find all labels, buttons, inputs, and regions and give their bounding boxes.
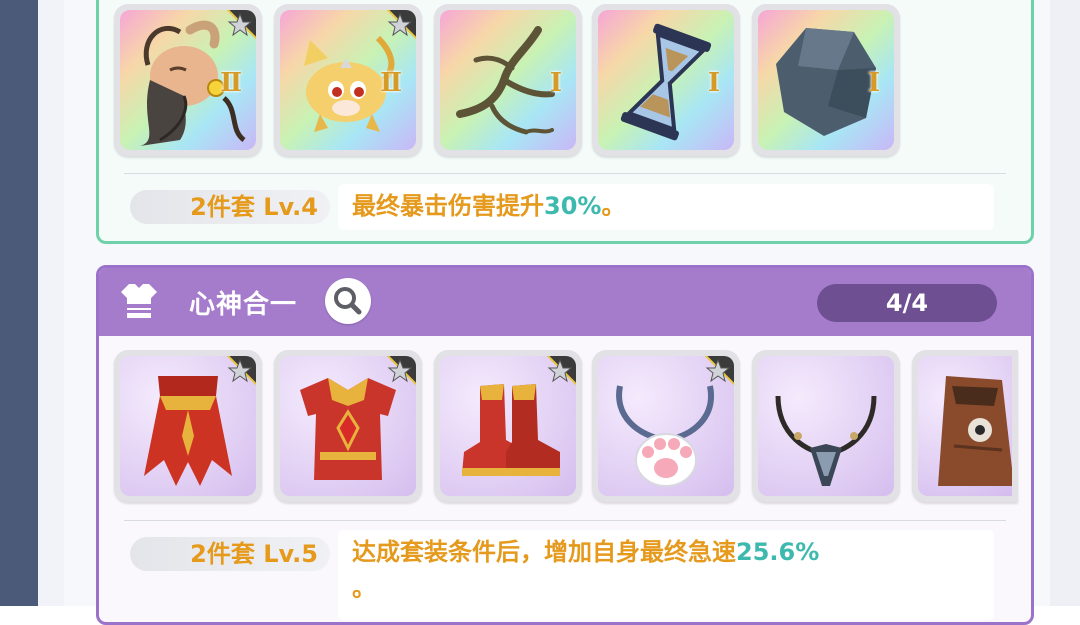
- set-detail-search-button[interactable]: [325, 278, 371, 324]
- tier-label: Ⅰ: [707, 68, 720, 98]
- set2-item-red-gold-boots[interactable]: [434, 350, 582, 502]
- star-badge-icon: [386, 10, 416, 40]
- divider: [124, 173, 1006, 174]
- search-icon: [334, 287, 362, 315]
- set1-level-badge: 2件套 Lv.4: [130, 190, 330, 224]
- left-edge-strip: [0, 0, 38, 606]
- set2-item-wooden-totem[interactable]: [912, 350, 1018, 502]
- set2-item-red-gold-armor[interactable]: [274, 350, 422, 502]
- tier-label: Ⅱ: [220, 68, 242, 98]
- set2-item-red-gold-cape[interactable]: [114, 350, 262, 502]
- bonus-value: 25.6%: [736, 538, 820, 566]
- divider: [124, 520, 1006, 521]
- bonus-text: 最终暴击伤害提升: [352, 192, 544, 220]
- tier-label: Ⅰ: [867, 68, 880, 98]
- bonus-suffix: 。: [352, 574, 376, 602]
- set2-item-dark-necklace[interactable]: [752, 350, 900, 502]
- set2-item-paw-pendant[interactable]: [592, 350, 740, 502]
- right-edge-strip: [1050, 0, 1080, 606]
- set1-item-dark-stone[interactable]: Ⅰ: [752, 4, 900, 156]
- necklace-icon: [775, 395, 877, 486]
- star-badge-icon: [226, 10, 256, 40]
- left-inner-strip: [38, 0, 64, 606]
- armor-set-icon: [121, 284, 157, 318]
- bonus-value: 30%: [544, 192, 602, 220]
- set1-item-hourglass[interactable]: Ⅰ: [592, 4, 740, 156]
- set2-bonus-effect: 达成套装条件后，增加自身最终急速25.6% 。: [338, 530, 994, 620]
- bonus-text: 达成套装条件后，增加自身最终急速: [352, 538, 736, 566]
- bonus-suffix: 。: [601, 192, 626, 220]
- set1-bonus-effect: 最终暴击伤害提升30%。: [338, 184, 994, 230]
- star-badge-icon: [226, 356, 256, 386]
- totem-icon: [938, 376, 1012, 486]
- star-badge-icon: [546, 356, 576, 386]
- tier-label: Ⅱ: [380, 68, 402, 98]
- star-badge-icon: [704, 356, 734, 386]
- set1-item-yellow-dragon[interactable]: Ⅱ: [274, 4, 422, 156]
- set1-item-dark-branch[interactable]: Ⅰ: [434, 4, 582, 156]
- set-name: 心神合一: [189, 290, 298, 320]
- set-piece-count: 4/4: [817, 284, 997, 322]
- tier-label: Ⅰ: [549, 68, 562, 98]
- set2-level-badge: 2件套 Lv.5: [130, 537, 330, 571]
- star-badge-icon: [386, 356, 416, 386]
- set2-header: 心神合一 4/4: [99, 268, 1031, 336]
- set1-item-goat-mask[interactable]: Ⅱ: [114, 4, 262, 156]
